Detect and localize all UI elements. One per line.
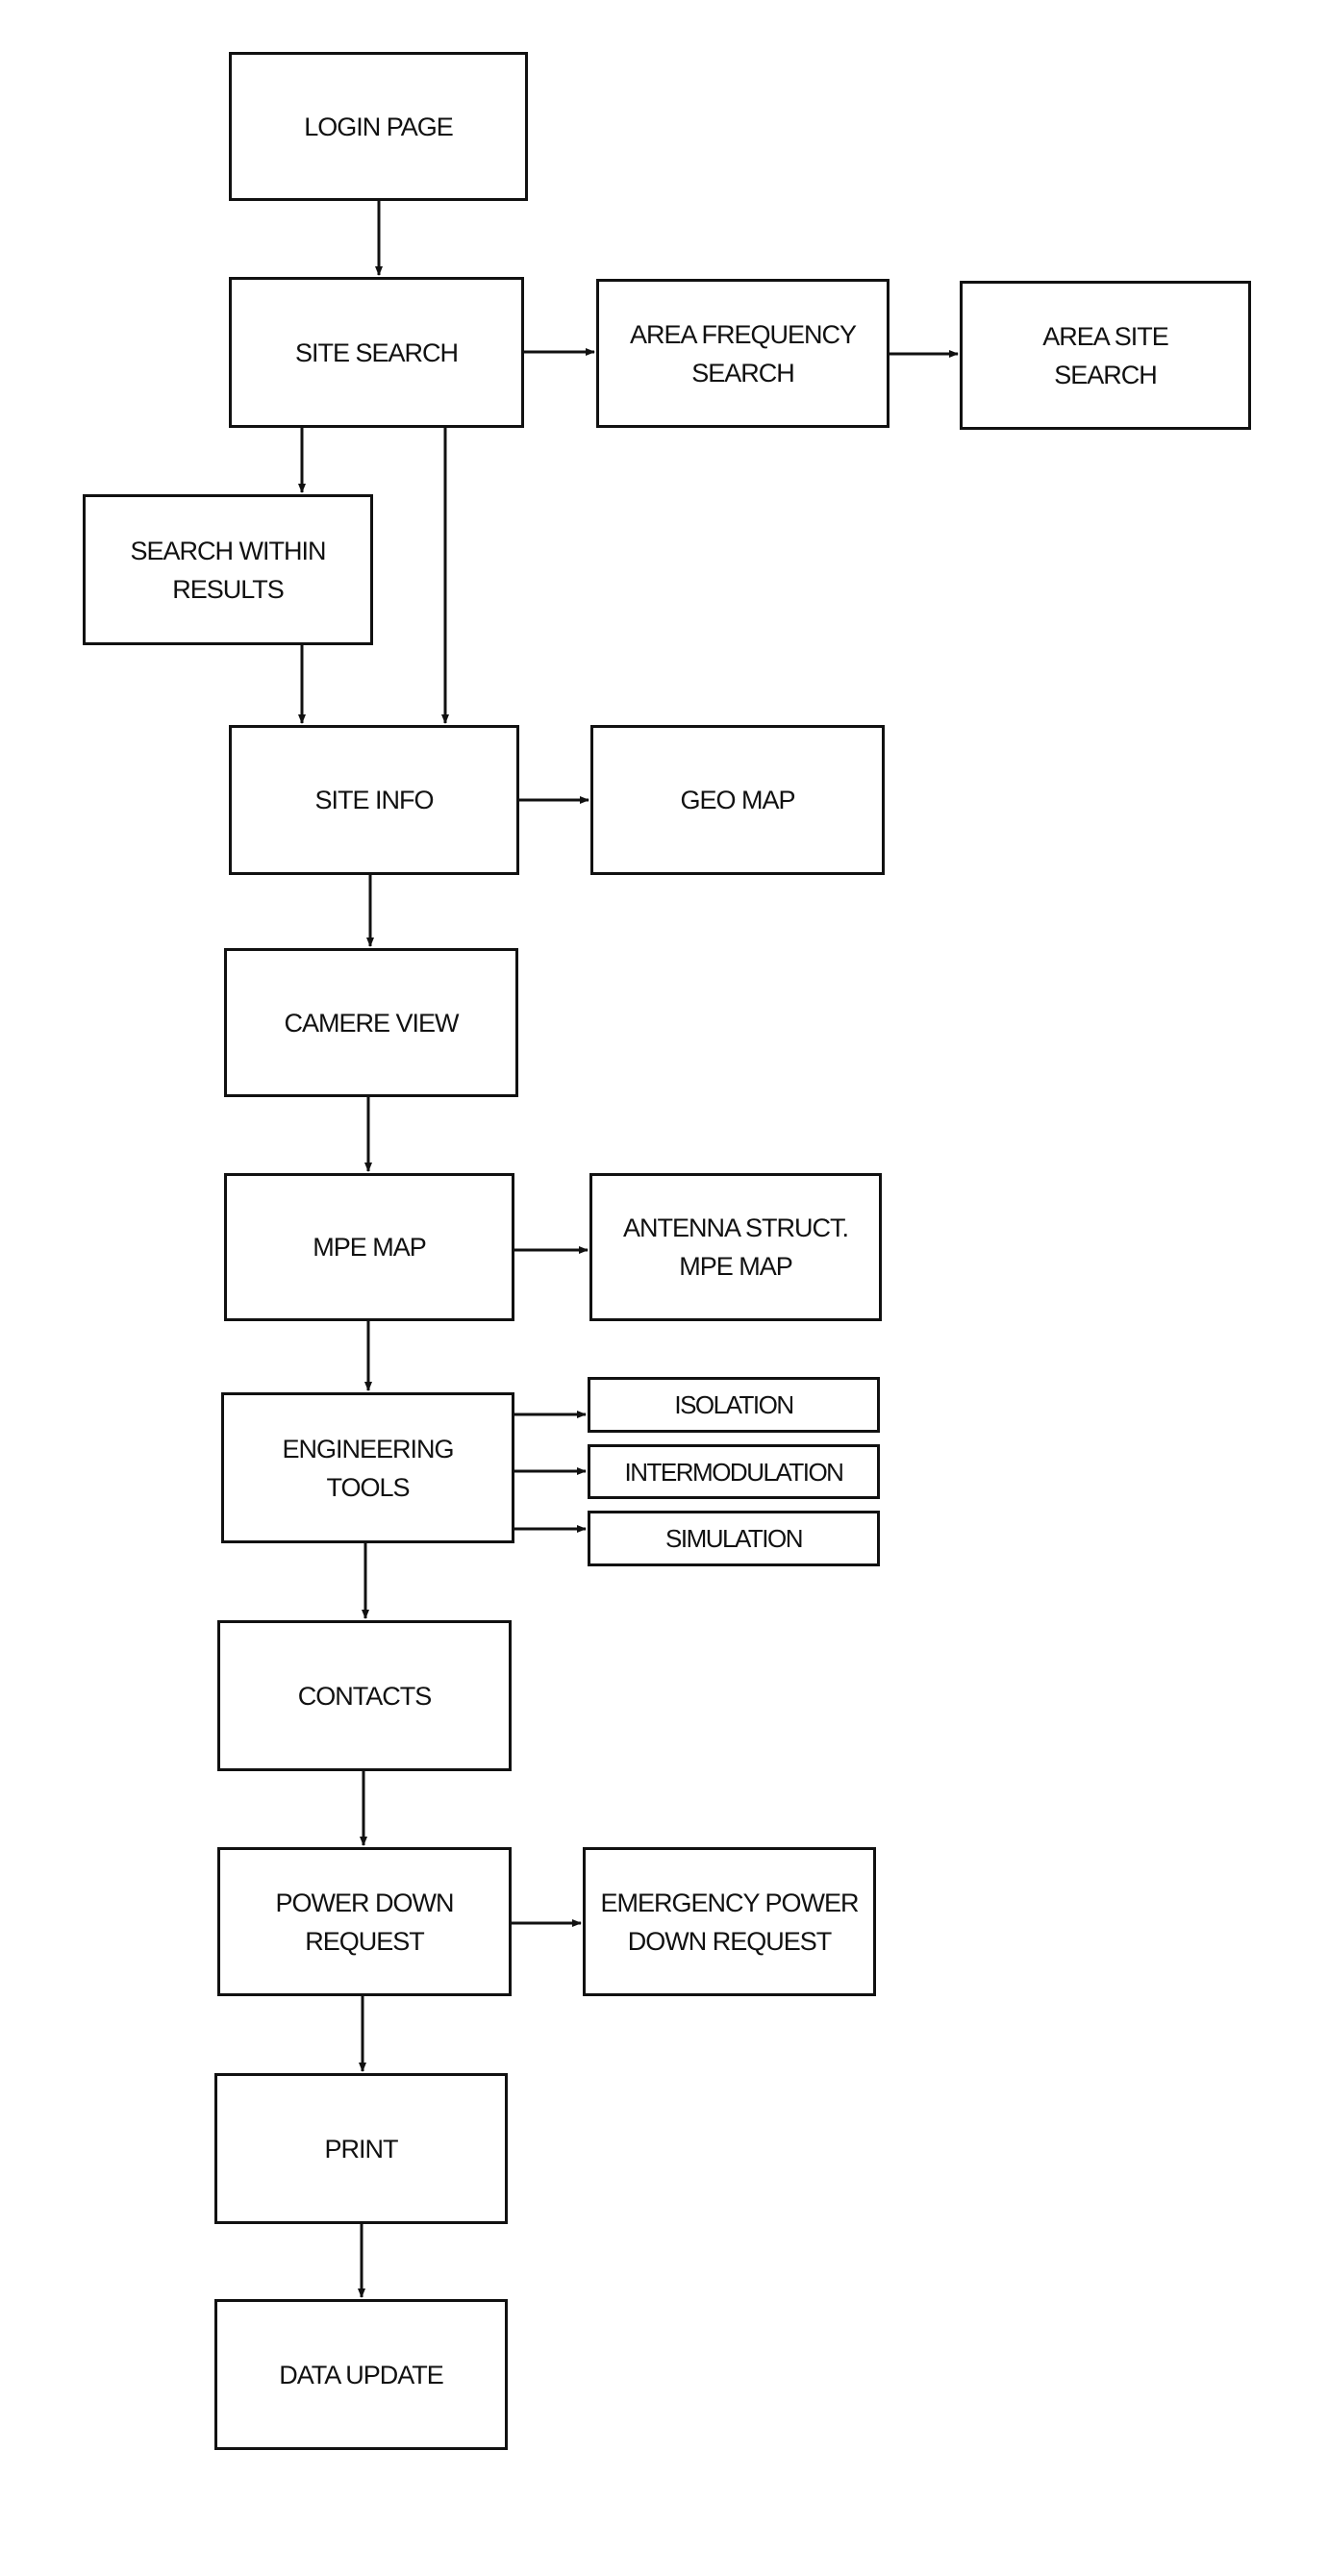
node-power-down-request: POWER DOWN REQUEST xyxy=(217,1847,512,1996)
node-label: AREA FREQUENCY SEARCH xyxy=(629,319,857,388)
node-label: INTERMODULATION xyxy=(624,1457,844,1487)
node-label: GEO MAP xyxy=(680,786,795,814)
node-area-site-search: AREA SITE SEARCH xyxy=(960,281,1251,430)
node-geo-map: GEO MAP xyxy=(590,725,885,875)
node-label: AREA SITE SEARCH xyxy=(1042,321,1169,389)
node-site-info: SITE INFO xyxy=(229,725,519,875)
node-camere-view: CAMERE VIEW xyxy=(224,948,518,1097)
node-label: ENGINEERING TOOLS xyxy=(282,1434,454,1502)
node-site-search: SITE SEARCH xyxy=(229,277,524,428)
node-antenna-struct-mpe-map: ANTENNA STRUCT. MPE MAP xyxy=(589,1173,882,1321)
node-emergency-power-down-request: EMERGENCY POWER DOWN REQUEST xyxy=(583,1847,876,1996)
node-label: PRINT xyxy=(324,2134,399,2163)
node-simulation: SIMULATION xyxy=(588,1511,880,1566)
node-label: EMERGENCY POWER DOWN REQUEST xyxy=(600,1888,859,1956)
node-label: CONTACTS xyxy=(297,1681,432,1711)
node-label: SEARCH WITHIN RESULTS xyxy=(130,536,327,604)
node-engineering-tools: ENGINEERING TOOLS xyxy=(221,1392,514,1543)
node-label: LOGIN PAGE xyxy=(304,112,454,141)
node-label: SITE SEARCH xyxy=(294,338,459,367)
node-login-page: LOGIN PAGE xyxy=(229,52,528,201)
node-label: MPE MAP xyxy=(313,1233,427,1262)
node-label: SITE INFO xyxy=(314,786,434,814)
node-print: PRINT xyxy=(214,2073,508,2224)
node-label: POWER DOWN REQUEST xyxy=(275,1888,455,1956)
node-data-update: DATA UPDATE xyxy=(214,2299,508,2450)
node-label: ISOLATION xyxy=(674,1390,794,1419)
node-area-frequency-search: AREA FREQUENCY SEARCH xyxy=(596,279,890,428)
node-label: DATA UPDATE xyxy=(279,2360,444,2389)
node-search-within-results: SEARCH WITHIN RESULTS xyxy=(83,494,373,645)
node-label: CAMERE VIEW xyxy=(284,1008,459,1038)
node-mpe-map: MPE MAP xyxy=(224,1173,514,1321)
node-contacts: CONTACTS xyxy=(217,1620,512,1771)
node-label: SIMULATION xyxy=(665,1524,803,1553)
node-label: ANTENNA STRUCT. MPE MAP xyxy=(622,1213,849,1281)
node-intermodulation: INTERMODULATION xyxy=(588,1444,880,1499)
node-isolation: ISOLATION xyxy=(588,1377,880,1433)
